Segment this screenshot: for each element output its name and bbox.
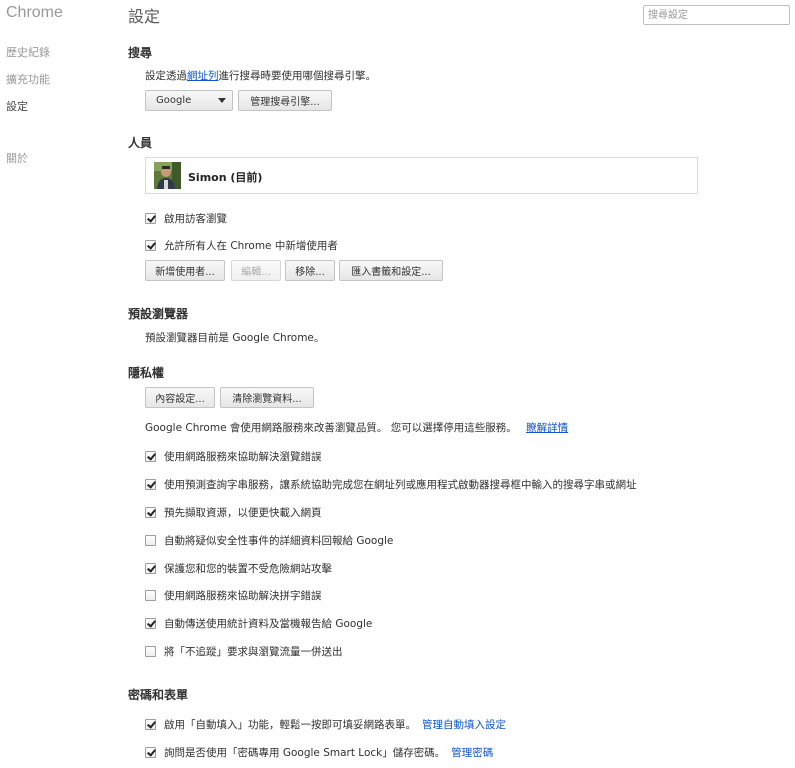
sidebar: Chrome 歷史紀錄 擴充功能 設定 關於: [0, 0, 118, 768]
clear-browsing-data-button[interactable]: 清除瀏覽資料...: [220, 387, 314, 408]
autofill-option[interactable]: 啟用「自動填入」功能，輕鬆一按即可填妥網路表單。 管理自動填入設定: [145, 717, 506, 732]
privacy-option-label: 使用網路服務來協助解決拼字錯誤: [164, 590, 322, 602]
privacy-checkbox[interactable]: [145, 451, 156, 462]
remove-user-button[interactable]: 移除...: [285, 260, 335, 281]
privacy-option-prefetch[interactable]: 預先擷取資源，以便更快載入網頁: [145, 505, 322, 520]
avatar: [154, 162, 181, 189]
page-title: 設定: [128, 7, 161, 26]
default-browser-section-title: 預設瀏覽器: [128, 307, 189, 321]
privacy-option-nav-errors[interactable]: 使用網路服務來協助解決瀏覽錯誤: [145, 449, 322, 464]
manage-passwords-link[interactable]: 管理密碼: [451, 745, 493, 760]
settings-search-input[interactable]: [643, 5, 790, 25]
privacy-option-safe-browsing-report[interactable]: 自動將疑似安全性事件的詳細資料回報給 Google: [145, 533, 393, 548]
privacy-checkbox[interactable]: [145, 618, 156, 629]
profile-list[interactable]: Simon (目前): [145, 157, 698, 194]
privacy-option-label: 保護您和您的裝置不受危險網站攻擊: [164, 563, 332, 575]
default-browser-status: 預設瀏覽器目前是 Google Chrome。: [145, 332, 325, 344]
autofill-label: 啟用「自動填入」功能，輕鬆一按即可填妥網路表單。: [164, 719, 416, 731]
privacy-description: Google Chrome 會使用網路服務來改善瀏覽品質。 您可以選擇停用這些服…: [145, 420, 568, 435]
privacy-option-label: 使用預測查詢字串服務，讓系統協助完成您在網址列或應用程式啟動器搜尋框中輸入的搜尋…: [164, 479, 637, 491]
search-desc-prefix: 設定透過: [145, 70, 187, 82]
privacy-section-title: 隱私權: [128, 366, 165, 380]
search-engine-value: Google: [156, 95, 192, 106]
content-settings-button[interactable]: 內容設定...: [145, 387, 215, 408]
sidebar-item-history[interactable]: 歷史紀錄: [6, 44, 50, 60]
privacy-option-label: 自動將疑似安全性事件的詳細資料回報給 Google: [164, 535, 394, 547]
profile-name: Simon (目前): [188, 171, 263, 184]
guest-browsing-label: 啟用訪客瀏覽: [164, 213, 227, 225]
allow-add-person-option[interactable]: 允許所有人在 Chrome 中新增使用者: [145, 238, 338, 253]
allow-add-person-label: 允許所有人在 Chrome 中新增使用者: [164, 240, 338, 252]
guest-browsing-checkbox[interactable]: [145, 213, 156, 224]
privacy-checkbox[interactable]: [145, 479, 156, 490]
privacy-option-do-not-track[interactable]: 將「不追蹤」要求與瀏覽流量一併送出: [145, 644, 343, 659]
manage-search-engines-button[interactable]: 管理搜尋引擎...: [238, 90, 332, 111]
privacy-checkbox[interactable]: [145, 563, 156, 574]
privacy-desc-text: Google Chrome 會使用網路服務來改善瀏覽品質。 您可以選擇停用這些服…: [145, 422, 517, 434]
privacy-option-spelling[interactable]: 使用網路服務來協助解決拼字錯誤: [145, 588, 322, 603]
autofill-checkbox[interactable]: [145, 719, 156, 730]
search-desc-suffix: 進行搜尋時要使用哪個搜尋引擎。: [218, 70, 377, 82]
privacy-option-search-suggest[interactable]: 使用預測查詢字串服務，讓系統協助完成您在網址列或應用程式啟動器搜尋框中輸入的搜尋…: [145, 477, 637, 492]
omnibox-link[interactable]: 網址列: [187, 70, 219, 82]
privacy-option-label: 自動傳送使用統計資料及當機報告給 Google: [164, 618, 373, 630]
privacy-checkbox[interactable]: [145, 646, 156, 657]
add-user-button[interactable]: 新增使用者...: [145, 260, 225, 281]
manage-autofill-link[interactable]: 管理自動填入設定: [422, 717, 506, 732]
privacy-option-label: 預先擷取資源，以便更快載入網頁: [164, 507, 322, 519]
sidebar-item-extensions[interactable]: 擴充功能: [6, 71, 50, 87]
smart-lock-label: 詢問是否使用「密碼專用 Google Smart Lock」儲存密碼。: [164, 747, 446, 759]
learn-more-link[interactable]: 瞭解詳情: [526, 422, 568, 434]
guest-browsing-option[interactable]: 啟用訪客瀏覽: [145, 211, 227, 226]
edit-user-button[interactable]: 編輯...: [231, 260, 281, 281]
privacy-option-safe-browsing[interactable]: 保護您和您的裝置不受危險網站攻擊: [145, 561, 332, 576]
sidebar-item-about[interactable]: 關於: [6, 150, 28, 166]
chevron-down-icon: [218, 98, 226, 103]
privacy-option-label: 將「不追蹤」要求與瀏覽流量一併送出: [164, 646, 343, 658]
search-section-title: 搜尋: [128, 46, 153, 60]
import-bookmarks-button[interactable]: 匯入書籤和設定...: [339, 260, 443, 281]
privacy-checkbox[interactable]: [145, 507, 156, 518]
privacy-option-metrics[interactable]: 自動傳送使用統計資料及當機報告給 Google: [145, 616, 372, 631]
sidebar-item-settings[interactable]: 設定: [6, 98, 28, 114]
people-section-title: 人員: [128, 136, 153, 150]
privacy-checkbox[interactable]: [145, 535, 156, 546]
privacy-option-label: 使用網路服務來協助解決瀏覽錯誤: [164, 451, 322, 463]
smart-lock-option[interactable]: 詢問是否使用「密碼專用 Google Smart Lock」儲存密碼。 管理密碼: [145, 745, 493, 760]
app-brand: Chrome: [6, 4, 63, 21]
allow-add-person-checkbox[interactable]: [145, 240, 156, 251]
search-engine-select[interactable]: Google: [145, 90, 233, 111]
passwords-section-title: 密碼和表單: [128, 688, 189, 702]
privacy-checkbox[interactable]: [145, 590, 156, 601]
smart-lock-checkbox[interactable]: [145, 747, 156, 758]
search-description: 設定透過網址列進行搜尋時要使用哪個搜尋引擎。: [145, 68, 376, 83]
